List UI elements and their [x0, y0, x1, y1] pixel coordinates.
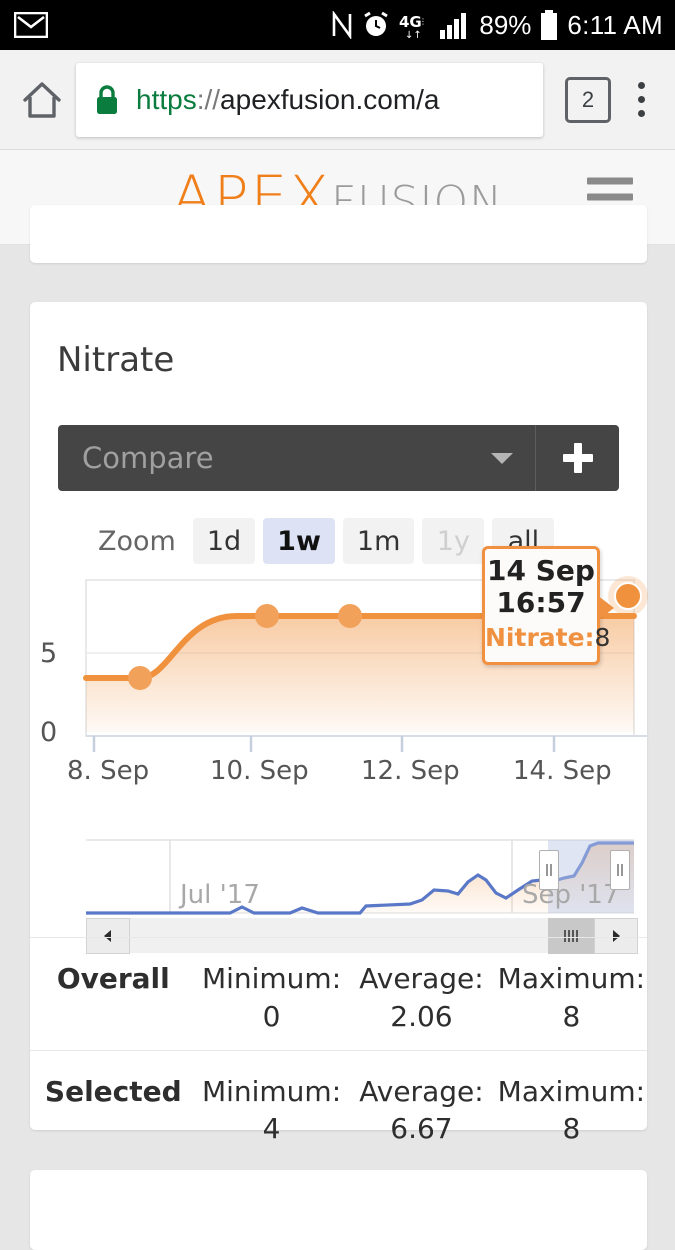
x-axis-tick-3: 12. Sep	[361, 756, 460, 786]
stats-overall-maximum: Maximum: 8	[497, 962, 646, 1033]
hamburger-icon-bar-2	[587, 193, 633, 201]
chart-tooltip: 14 Sep 16:57 Nitrate:8	[482, 546, 614, 665]
mail-icon	[14, 12, 48, 38]
tooltip-time: 16:57	[496, 586, 586, 619]
tooltip-date: 14 Sep	[487, 554, 595, 587]
stats-overall-average: Average: 2.06	[359, 962, 484, 1033]
stats-row-label-selected: Selected	[44, 1074, 182, 1108]
overflow-menu-icon-dot-2	[637, 96, 645, 103]
chart-navigator[interactable]: Jul '17 Sep '17	[30, 818, 647, 954]
alarm-icon	[364, 11, 389, 36]
address-bar[interactable]: https://apexfusion.com/a	[76, 62, 543, 137]
navigator-handle-left[interactable]	[539, 850, 559, 890]
url-scheme: https	[136, 83, 197, 115]
stats-selected-maximum: Maximum: 8	[497, 1074, 646, 1146]
nfc-icon	[333, 11, 352, 39]
navigator-label-jul: Jul '17	[180, 880, 260, 910]
page-title: Nitrate	[57, 340, 175, 380]
range-button-1d[interactable]: 1d	[192, 518, 256, 564]
browser-menu-button[interactable]	[621, 82, 661, 117]
table-row: Overall Minimum: 0 Average: 2.06 Maximum…	[30, 937, 647, 1050]
data-point-marker[interactable]	[338, 604, 362, 628]
range-button-1w[interactable]: 1w	[263, 518, 335, 564]
battery-icon	[541, 10, 558, 40]
x-axis-tick-2: 10. Sep	[210, 756, 309, 786]
zoom-label: Zoom	[98, 525, 176, 557]
page-content: Nitrate Compare Zoom 1d 1w 1m 1y all 5 0…	[0, 205, 675, 1250]
tooltip-value-row: Nitrate:8	[485, 623, 610, 652]
x-axis-tick-1: 8. Sep	[67, 756, 150, 786]
table-row: Selected Minimum: 4 Average: 6.67 Maximu…	[30, 1049, 647, 1163]
compare-bar: Compare	[58, 425, 619, 491]
range-handle-grip-icon	[617, 864, 623, 876]
battery-percent: 89%	[479, 9, 532, 40]
url-text: https://apexfusion.com/a	[136, 84, 440, 116]
hovered-data-point-marker[interactable]	[608, 576, 648, 616]
svg-text:⋮: ⋮	[419, 17, 427, 26]
plus-icon	[562, 443, 593, 473]
data-point-marker[interactable]	[255, 604, 279, 628]
range-handle-grip-icon	[546, 864, 552, 876]
svg-text:↓↑: ↓↑	[405, 30, 422, 39]
hover-dot	[614, 582, 642, 610]
browser-toolbar: https://apexfusion.com/a 2	[0, 50, 675, 150]
range-button-1m[interactable]: 1m	[342, 518, 415, 564]
4g-lte-icon: 4G ⋮ ↓↑	[399, 13, 427, 39]
overflow-menu-icon-dot-3	[637, 110, 645, 117]
y-axis-tick-5: 5	[40, 638, 58, 669]
stats-overall-minimum: Minimum: 0	[201, 962, 342, 1033]
tab-count-label: 2	[581, 86, 595, 112]
home-icon	[23, 81, 61, 118]
add-compare-button[interactable]	[535, 425, 619, 491]
nitrate-chart-card: Nitrate Compare Zoom 1d 1w 1m 1y all 5 0…	[30, 302, 649, 1145]
previous-card-partial	[30, 205, 647, 263]
range-button-1y: 1y	[422, 518, 485, 564]
url-host: apexfusion.com/a	[220, 83, 440, 115]
status-bar: 4G ⋮ ↓↑ 89% 6:11 AM	[0, 0, 675, 50]
stats-row-label-overall: Overall	[56, 962, 170, 995]
tab-switcher-button[interactable]: 2	[565, 76, 611, 123]
tooltip-value: 8	[594, 623, 611, 652]
tooltip-arrow-icon	[597, 595, 614, 621]
tooltip-series-label: Nitrate:	[485, 623, 595, 652]
compare-dropdown[interactable]: Compare	[58, 425, 535, 491]
next-card-partial	[30, 1170, 647, 1250]
overflow-menu-icon-dot-1	[637, 82, 645, 89]
x-axis-tick-4: 14. Sep	[513, 756, 612, 786]
home-button[interactable]	[14, 78, 70, 122]
navigator-handle-right[interactable]	[610, 850, 630, 890]
navigator-label-sep: Sep '17	[522, 880, 620, 910]
stats-selected-average: Average: 6.67	[359, 1074, 484, 1146]
clock: 6:11 AM	[567, 9, 663, 40]
status-bar-right: 4G ⋮ ↓↑ 89% 6:11 AM	[331, 10, 663, 41]
data-point-marker[interactable]	[128, 666, 152, 690]
compare-placeholder: Compare	[82, 441, 214, 475]
y-axis-tick-0: 0	[40, 717, 58, 748]
stats-selected-minimum: Minimum: 4	[201, 1074, 342, 1146]
signal-bars-icon	[440, 13, 467, 39]
stats-table: Overall Minimum: 0 Average: 2.06 Maximum…	[30, 937, 647, 1162]
url-separator: ://	[196, 83, 221, 115]
chevron-down-icon	[491, 452, 513, 464]
status-bar-left	[14, 12, 48, 38]
lock-icon	[97, 84, 117, 114]
hamburger-icon-bar-1	[587, 177, 633, 185]
